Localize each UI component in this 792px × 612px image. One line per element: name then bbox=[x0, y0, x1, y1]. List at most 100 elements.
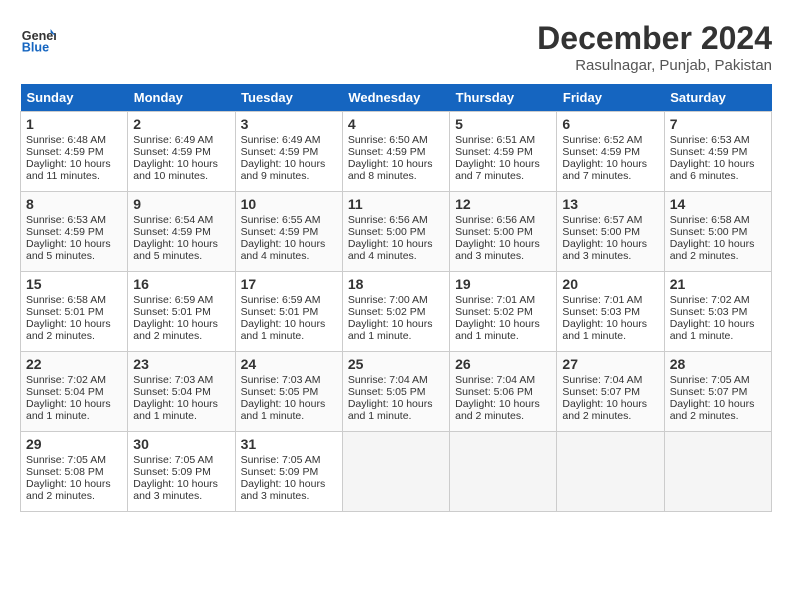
sunset: Sunset: 5:01 PM bbox=[26, 306, 104, 318]
sunrise: Sunrise: 6:57 AM bbox=[562, 214, 642, 226]
day-number: 2 bbox=[133, 116, 229, 132]
sunrise: Sunrise: 7:04 AM bbox=[348, 374, 428, 386]
day-number: 17 bbox=[241, 276, 337, 292]
sunset: Sunset: 4:59 PM bbox=[455, 146, 533, 158]
sunset: Sunset: 5:03 PM bbox=[562, 306, 640, 318]
table-row: 1 Sunrise: 6:48 AM Sunset: 4:59 PM Dayli… bbox=[21, 112, 128, 192]
table-row: 8 Sunrise: 6:53 AM Sunset: 4:59 PM Dayli… bbox=[21, 192, 128, 272]
day-number: 30 bbox=[133, 436, 229, 452]
daylight: Daylight: 10 hours and 3 minutes. bbox=[562, 238, 647, 262]
daylight: Daylight: 10 hours and 2 minutes. bbox=[133, 318, 218, 342]
sunset: Sunset: 4:59 PM bbox=[133, 226, 211, 238]
table-row: 16 Sunrise: 6:59 AM Sunset: 5:01 PM Dayl… bbox=[128, 272, 235, 352]
col-header-wednesday: Wednesday bbox=[342, 84, 449, 112]
day-number: 24 bbox=[241, 356, 337, 372]
sunrise: Sunrise: 7:05 AM bbox=[26, 454, 106, 466]
sunrise: Sunrise: 6:50 AM bbox=[348, 134, 428, 146]
sunrise: Sunrise: 7:01 AM bbox=[562, 294, 642, 306]
col-header-monday: Monday bbox=[128, 84, 235, 112]
daylight: Daylight: 10 hours and 2 minutes. bbox=[26, 478, 111, 502]
sunrise: Sunrise: 7:04 AM bbox=[562, 374, 642, 386]
sunset: Sunset: 4:59 PM bbox=[562, 146, 640, 158]
day-number: 31 bbox=[241, 436, 337, 452]
sunset: Sunset: 5:06 PM bbox=[455, 386, 533, 398]
table-row: 21 Sunrise: 7:02 AM Sunset: 5:03 PM Dayl… bbox=[664, 272, 771, 352]
table-row: 4 Sunrise: 6:50 AM Sunset: 4:59 PM Dayli… bbox=[342, 112, 449, 192]
sunrise: Sunrise: 6:59 AM bbox=[241, 294, 321, 306]
table-row: 5 Sunrise: 6:51 AM Sunset: 4:59 PM Dayli… bbox=[450, 112, 557, 192]
daylight: Daylight: 10 hours and 4 minutes. bbox=[241, 238, 326, 262]
sunset: Sunset: 5:09 PM bbox=[133, 466, 211, 478]
table-row: 14 Sunrise: 6:58 AM Sunset: 5:00 PM Dayl… bbox=[664, 192, 771, 272]
day-number: 27 bbox=[562, 356, 658, 372]
day-number: 26 bbox=[455, 356, 551, 372]
col-header-thursday: Thursday bbox=[450, 84, 557, 112]
table-row: 19 Sunrise: 7:01 AM Sunset: 5:02 PM Dayl… bbox=[450, 272, 557, 352]
table-row: 15 Sunrise: 6:58 AM Sunset: 5:01 PM Dayl… bbox=[21, 272, 128, 352]
table-row: 22 Sunrise: 7:02 AM Sunset: 5:04 PM Dayl… bbox=[21, 352, 128, 432]
table-row: 29 Sunrise: 7:05 AM Sunset: 5:08 PM Dayl… bbox=[21, 432, 128, 512]
day-number: 12 bbox=[455, 196, 551, 212]
daylight: Daylight: 10 hours and 1 minute. bbox=[562, 318, 647, 342]
logo-icon: General Blue bbox=[20, 20, 56, 56]
day-number: 9 bbox=[133, 196, 229, 212]
daylight: Daylight: 10 hours and 1 minute. bbox=[241, 398, 326, 422]
sunset: Sunset: 5:08 PM bbox=[26, 466, 104, 478]
page-header: General Blue December 2024 Rasulnagar, P… bbox=[20, 20, 772, 74]
table-row: 11 Sunrise: 6:56 AM Sunset: 5:00 PM Dayl… bbox=[342, 192, 449, 272]
sunset: Sunset: 5:09 PM bbox=[241, 466, 319, 478]
table-row: 18 Sunrise: 7:00 AM Sunset: 5:02 PM Dayl… bbox=[342, 272, 449, 352]
col-header-sunday: Sunday bbox=[21, 84, 128, 112]
sunset: Sunset: 5:00 PM bbox=[348, 226, 426, 238]
sunrise: Sunrise: 7:05 AM bbox=[670, 374, 750, 386]
day-number: 5 bbox=[455, 116, 551, 132]
calendar-table: SundayMondayTuesdayWednesdayThursdayFrid… bbox=[20, 84, 772, 512]
daylight: Daylight: 10 hours and 7 minutes. bbox=[562, 158, 647, 182]
week-row-3: 15 Sunrise: 6:58 AM Sunset: 5:01 PM Dayl… bbox=[21, 272, 772, 352]
day-number: 23 bbox=[133, 356, 229, 372]
daylight: Daylight: 10 hours and 8 minutes. bbox=[348, 158, 433, 182]
week-row-1: 1 Sunrise: 6:48 AM Sunset: 4:59 PM Dayli… bbox=[21, 112, 772, 192]
sunrise: Sunrise: 7:02 AM bbox=[26, 374, 106, 386]
col-header-tuesday: Tuesday bbox=[235, 84, 342, 112]
table-row: 13 Sunrise: 6:57 AM Sunset: 5:00 PM Dayl… bbox=[557, 192, 664, 272]
table-row: 23 Sunrise: 7:03 AM Sunset: 5:04 PM Dayl… bbox=[128, 352, 235, 432]
table-row bbox=[450, 432, 557, 512]
sunrise: Sunrise: 6:48 AM bbox=[26, 134, 106, 146]
sunrise: Sunrise: 6:49 AM bbox=[241, 134, 321, 146]
day-number: 7 bbox=[670, 116, 766, 132]
table-row: 10 Sunrise: 6:55 AM Sunset: 4:59 PM Dayl… bbox=[235, 192, 342, 272]
sunset: Sunset: 4:59 PM bbox=[241, 146, 319, 158]
table-row: 3 Sunrise: 6:49 AM Sunset: 4:59 PM Dayli… bbox=[235, 112, 342, 192]
daylight: Daylight: 10 hours and 2 minutes. bbox=[26, 318, 111, 342]
sunset: Sunset: 5:02 PM bbox=[348, 306, 426, 318]
table-row: 30 Sunrise: 7:05 AM Sunset: 5:09 PM Dayl… bbox=[128, 432, 235, 512]
day-number: 6 bbox=[562, 116, 658, 132]
day-number: 16 bbox=[133, 276, 229, 292]
month-title: December 2024 bbox=[537, 20, 772, 57]
table-row: 17 Sunrise: 6:59 AM Sunset: 5:01 PM Dayl… bbox=[235, 272, 342, 352]
sunset: Sunset: 4:59 PM bbox=[26, 146, 104, 158]
daylight: Daylight: 10 hours and 9 minutes. bbox=[241, 158, 326, 182]
week-row-5: 29 Sunrise: 7:05 AM Sunset: 5:08 PM Dayl… bbox=[21, 432, 772, 512]
day-number: 18 bbox=[348, 276, 444, 292]
day-number: 4 bbox=[348, 116, 444, 132]
sunrise: Sunrise: 7:03 AM bbox=[133, 374, 213, 386]
table-row: 12 Sunrise: 6:56 AM Sunset: 5:00 PM Dayl… bbox=[450, 192, 557, 272]
sunrise: Sunrise: 7:02 AM bbox=[670, 294, 750, 306]
sunrise: Sunrise: 6:53 AM bbox=[26, 214, 106, 226]
table-row: 27 Sunrise: 7:04 AM Sunset: 5:07 PM Dayl… bbox=[557, 352, 664, 432]
sunrise: Sunrise: 7:05 AM bbox=[241, 454, 321, 466]
sunset: Sunset: 5:07 PM bbox=[670, 386, 748, 398]
week-row-4: 22 Sunrise: 7:02 AM Sunset: 5:04 PM Dayl… bbox=[21, 352, 772, 432]
sunrise: Sunrise: 6:53 AM bbox=[670, 134, 750, 146]
daylight: Daylight: 10 hours and 2 minutes. bbox=[455, 398, 540, 422]
table-row: 2 Sunrise: 6:49 AM Sunset: 4:59 PM Dayli… bbox=[128, 112, 235, 192]
table-row bbox=[664, 432, 771, 512]
daylight: Daylight: 10 hours and 5 minutes. bbox=[133, 238, 218, 262]
day-number: 8 bbox=[26, 196, 122, 212]
daylight: Daylight: 10 hours and 1 minute. bbox=[348, 398, 433, 422]
sunset: Sunset: 4:59 PM bbox=[241, 226, 319, 238]
daylight: Daylight: 10 hours and 5 minutes. bbox=[26, 238, 111, 262]
logo: General Blue bbox=[20, 20, 60, 56]
